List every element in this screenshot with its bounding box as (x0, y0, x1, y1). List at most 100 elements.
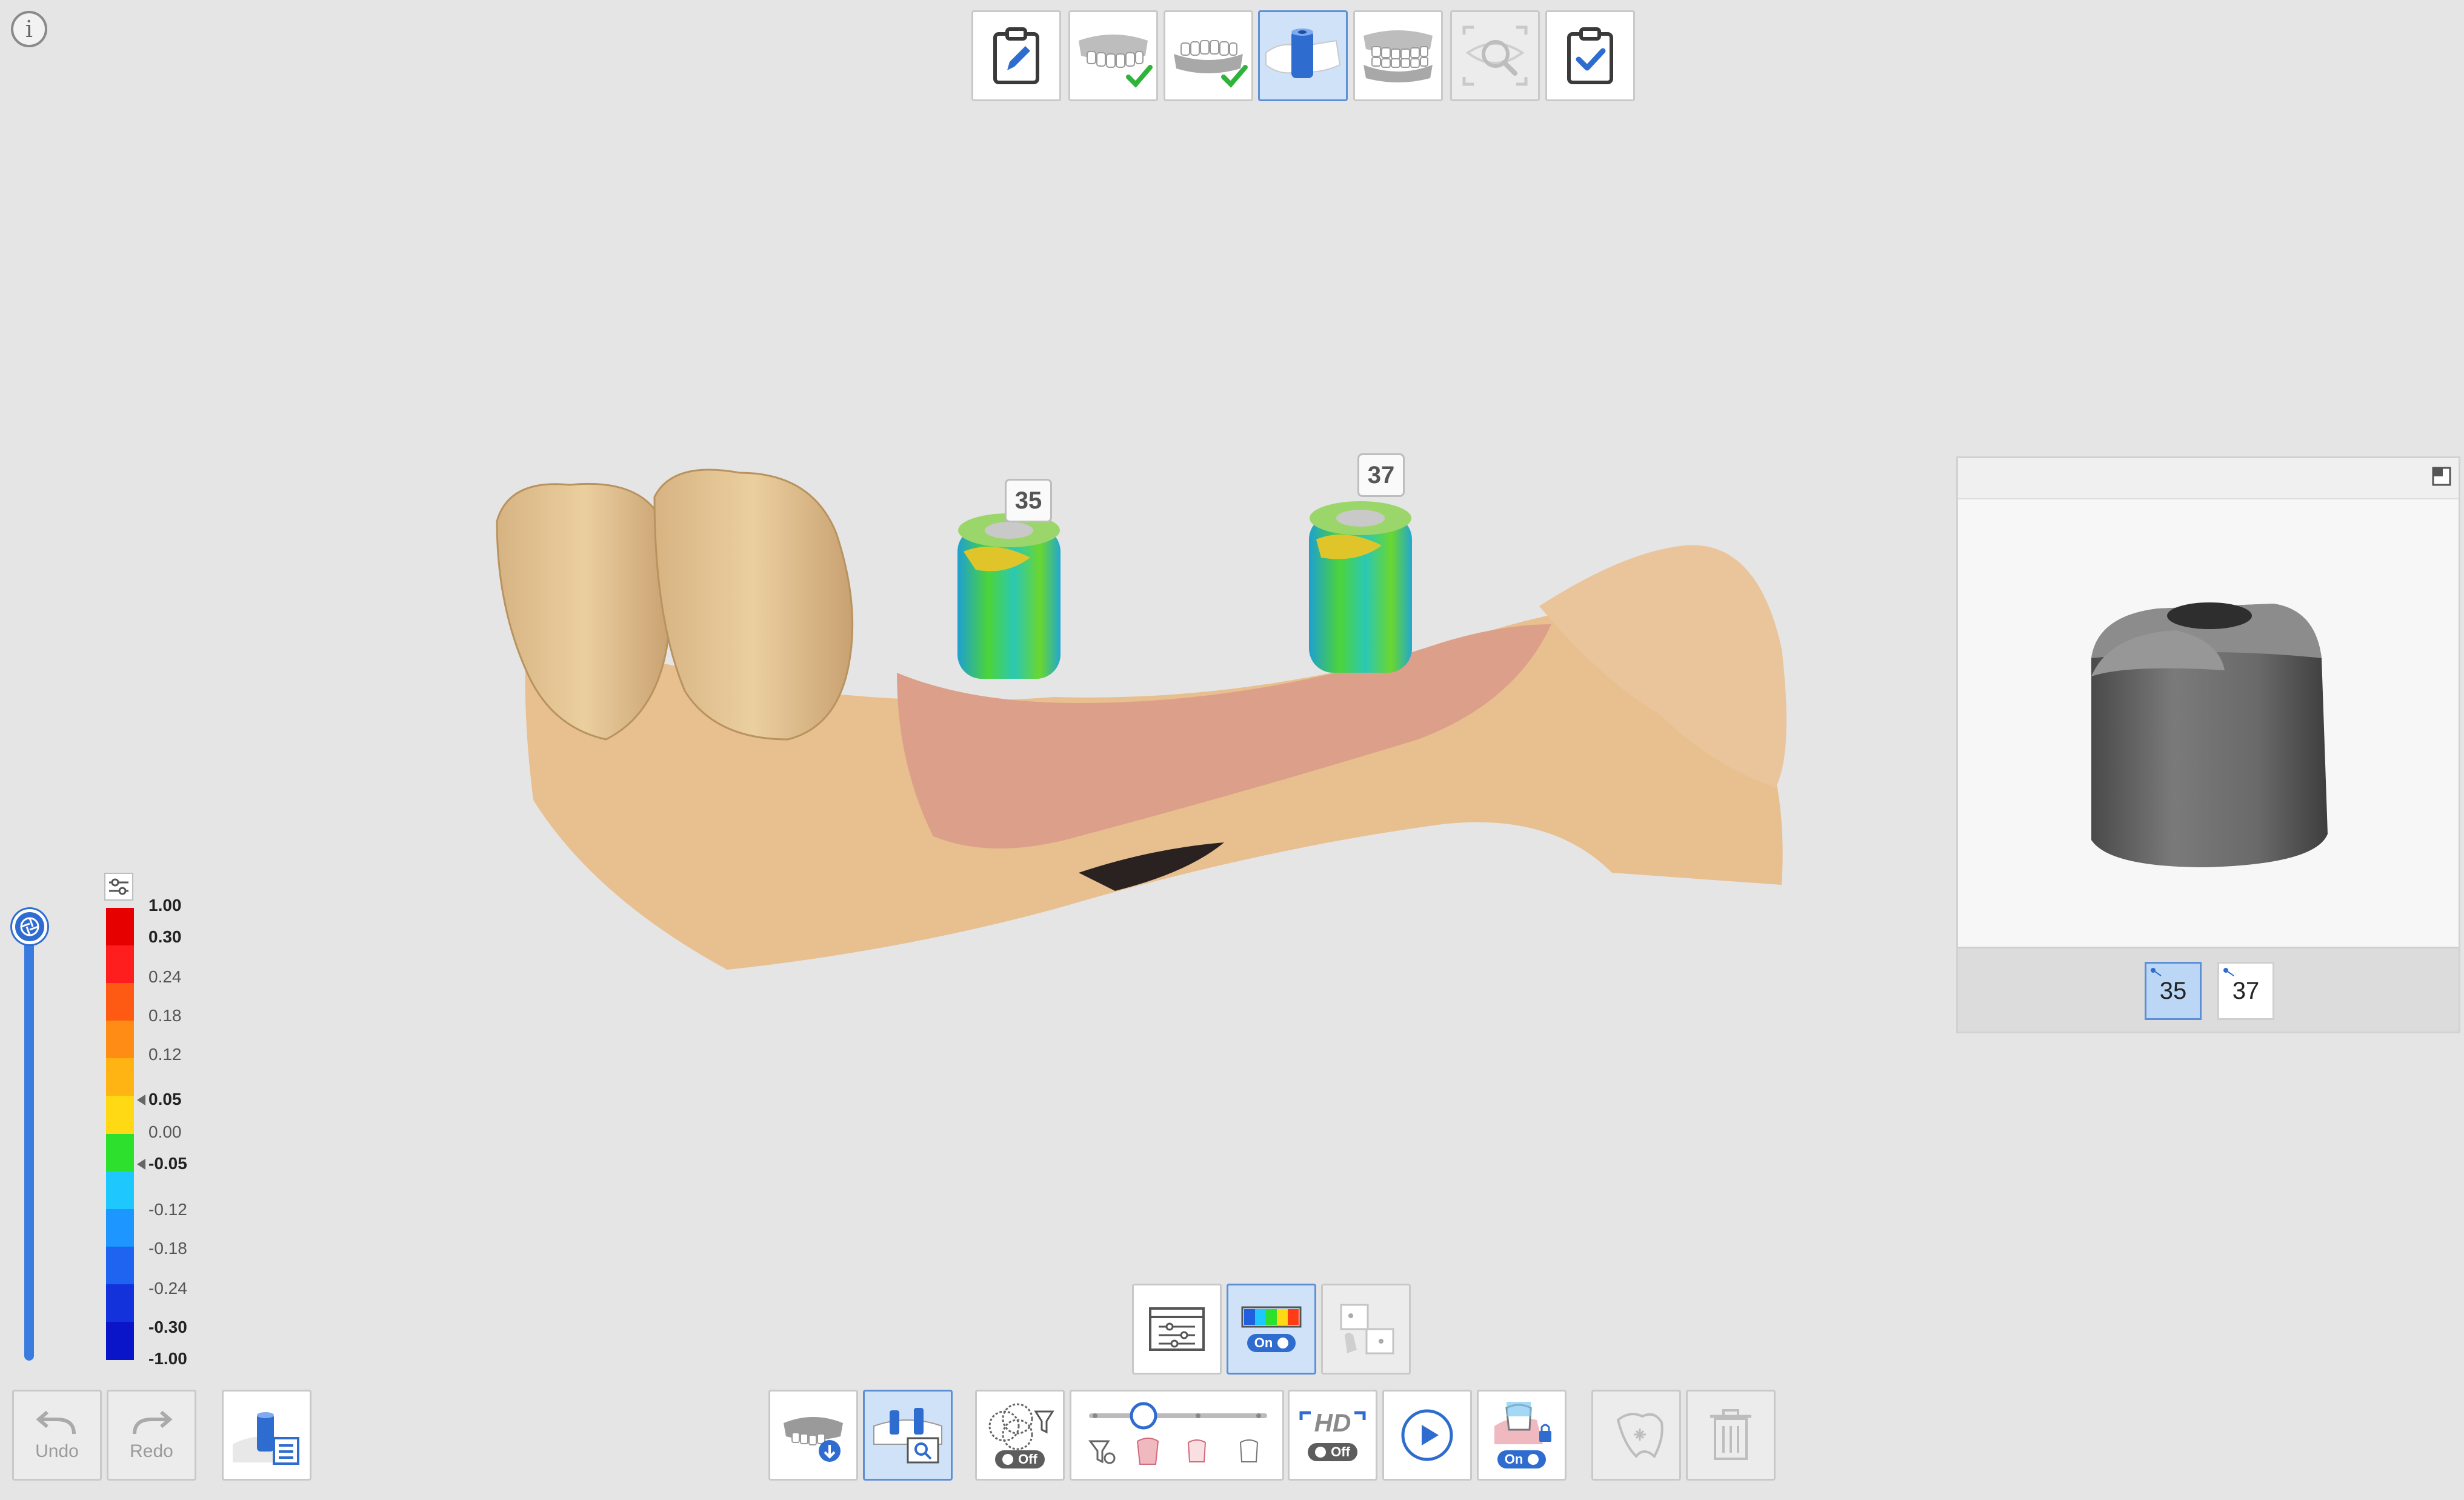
scanbody-search-icon (873, 1408, 942, 1464)
scale-segment (106, 1246, 134, 1285)
slider-handle (1130, 1402, 1157, 1430)
scale-label: 0.18 (148, 1006, 182, 1025)
clear-tooth-button[interactable] (1591, 1390, 1681, 1481)
scale-segment (106, 1284, 134, 1322)
scale-segment (106, 1058, 134, 1097)
scan-model-viewport[interactable] (473, 448, 1806, 982)
scanbody-library-button[interactable] (222, 1390, 311, 1481)
trash-icon (1710, 1409, 1751, 1460)
info-button[interactable]: i (11, 11, 47, 47)
preview-tooth-selector: 35 37 (1958, 947, 2459, 1032)
scale-label: 0.05 (148, 1090, 182, 1108)
redo-button[interactable]: Redo (107, 1390, 196, 1481)
play-icon (1401, 1409, 1453, 1461)
deviation-map-toggle[interactable]: On (1227, 1284, 1316, 1375)
inspect-icon (1462, 25, 1528, 86)
scale-segment (106, 1021, 134, 1059)
check-icon (1126, 65, 1153, 88)
color-map-icon (1241, 1306, 1302, 1328)
deviation-toggle-pill: On (1247, 1334, 1296, 1352)
tooth-pink-small-icon (1187, 1439, 1207, 1462)
node-icon (2151, 968, 2162, 976)
opacity-slider-knob[interactable] (12, 909, 47, 944)
scale-label: -0.05 (148, 1154, 187, 1173)
smart-filter-slider-graphic (1088, 1402, 1267, 1465)
maxilla-scan-step[interactable] (1068, 10, 1158, 101)
lock-toggle-pill: On (1497, 1450, 1547, 1468)
upper-jaw-icon (1079, 35, 1153, 88)
scanbody-step[interactable] (1258, 10, 1348, 101)
scale-segment (106, 1208, 134, 1247)
prescription-step[interactable] (971, 10, 1061, 101)
scanbody-list-icon (233, 1412, 299, 1465)
preview-header (1958, 458, 2459, 499)
natural-tooth-1 (496, 482, 672, 741)
info-icon: i (25, 16, 33, 42)
node-icon (2223, 968, 2234, 976)
scale-label: -0.24 (148, 1279, 187, 1298)
lower-tolerance-marker[interactable] (137, 1159, 145, 1170)
sliders-icon (109, 878, 128, 895)
tooth-pink-icon (1136, 1438, 1159, 1465)
scale-segment (106, 1321, 134, 1360)
hd-toggle-pill: Off (1308, 1443, 1357, 1461)
scale-segment (106, 945, 134, 984)
hd-label: HD (1314, 1408, 1351, 1437)
scale-label: 0.24 (148, 967, 182, 986)
scan-body-35[interactable] (957, 513, 1061, 679)
settings-window-icon (1149, 1307, 1205, 1351)
hd-mode-button[interactable]: HD Off (1288, 1390, 1377, 1481)
scale-settings-button[interactable] (104, 873, 133, 901)
aperture-icon (20, 917, 39, 936)
complete-step[interactable] (1545, 10, 1635, 101)
opacity-slider-track[interactable] (24, 933, 34, 1361)
analysis-step[interactable] (1450, 10, 1540, 101)
scale-segment (106, 1171, 134, 1210)
delete-button[interactable] (1686, 1390, 1776, 1481)
lock-tooth-icon (1494, 1402, 1551, 1444)
redo-label: Redo (130, 1441, 173, 1461)
lower-jaw-icon (1174, 40, 1248, 88)
play-button[interactable] (1382, 1390, 1472, 1481)
display-settings-button[interactable] (1132, 1284, 1222, 1375)
undo-label: Undo (35, 1441, 79, 1461)
occlusion-step[interactable] (1353, 10, 1443, 101)
detach-window-icon[interactable] (2429, 464, 2454, 488)
tooth-tag-37[interactable]: 37 (1357, 453, 1405, 497)
lock-data-button[interactable]: On (1477, 1390, 1567, 1481)
clipboard-check-icon (1567, 27, 1613, 84)
scale-segment (106, 1133, 134, 1172)
scan-body-icon (1265, 28, 1341, 78)
preview-tooth-37[interactable]: 37 (2217, 962, 2274, 1020)
scan-body-37[interactable] (1309, 501, 1412, 673)
scale-segment (106, 908, 134, 947)
occlusion-icon (1364, 30, 1433, 82)
filter-toggle-pill: Off (995, 1450, 1045, 1468)
scale-segment (106, 983, 134, 1022)
filter-button[interactable]: Off (975, 1390, 1065, 1481)
scale-label: 1.00 (148, 896, 182, 915)
scanbody-preview-panel: 35 37 (1956, 456, 2460, 1033)
scale-label: 0.30 (148, 927, 182, 946)
scale-label: 0.12 (148, 1045, 182, 1064)
clipboard-edit-icon (993, 27, 1039, 84)
mandible-scan-step[interactable] (1164, 10, 1253, 101)
tooth-tag-35[interactable]: 35 (1005, 479, 1052, 522)
undo-icon (36, 1410, 76, 1435)
smart-filter-slider[interactable] (1070, 1390, 1284, 1481)
scanbody-3d-preview[interactable] (2073, 592, 2340, 876)
scale-label: -0.12 (148, 1200, 187, 1219)
undo-button[interactable]: Undo (12, 1390, 102, 1481)
jaw-download-icon (784, 1417, 843, 1462)
scanbody-inspect-button[interactable] (863, 1390, 953, 1481)
preview-tooth-35[interactable]: 35 (2145, 962, 2202, 1020)
scale-label: -1.00 (148, 1349, 187, 1368)
redo-icon (133, 1410, 173, 1435)
manual-align-button[interactable] (1321, 1284, 1411, 1375)
upper-tolerance-marker[interactable] (137, 1095, 145, 1105)
tooth-sparkle-icon (1616, 1413, 1663, 1459)
scale-label: -0.18 (148, 1239, 187, 1258)
align-points-icon (1340, 1304, 1394, 1355)
import-data-button[interactable] (768, 1390, 858, 1481)
tooth-outline-icon (1239, 1439, 1259, 1462)
